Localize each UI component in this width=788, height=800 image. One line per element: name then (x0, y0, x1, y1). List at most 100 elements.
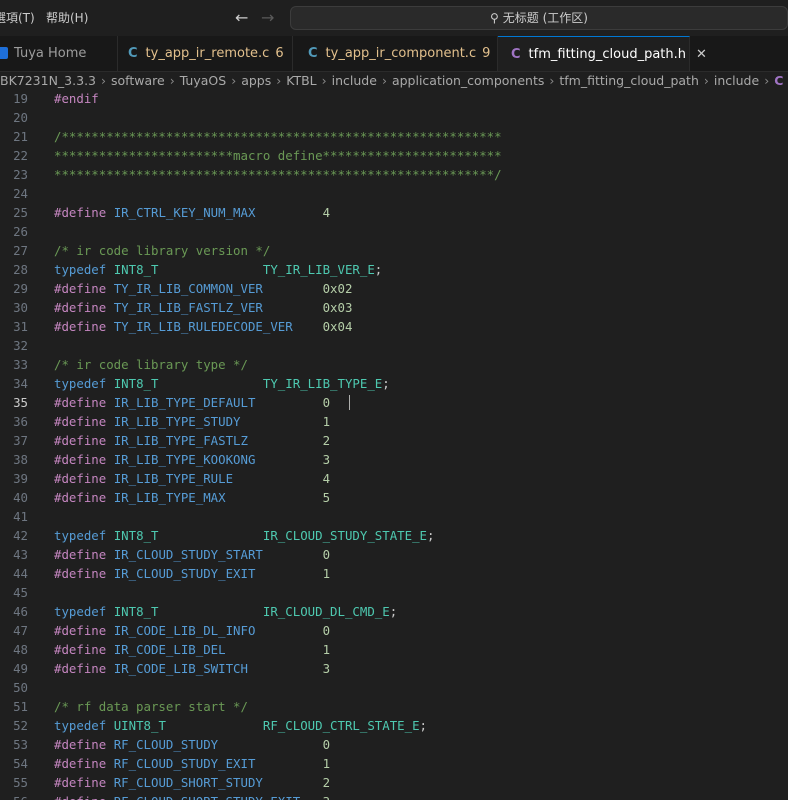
code-token: #define (54, 490, 114, 505)
code-token: IR_LIB_TYPE_MAX (113, 490, 226, 505)
code-line[interactable]: 26 (0, 222, 788, 241)
line-number: 50 (13, 680, 28, 695)
code-line[interactable]: 45 (0, 583, 788, 602)
line-number: 29 (13, 281, 28, 296)
tab-ty-app-ir-component[interactable]: Cty_app_ir_component.c 9 (293, 36, 498, 71)
tab-ty-app-ir-remote[interactable]: Cty_app_ir_remote.c 6 (118, 36, 293, 71)
breadcrumb-item[interactable]: tfm_fitting_cloud_path (559, 73, 699, 88)
code-token: #define (54, 471, 114, 486)
breadcrumb-item[interactable]: application_components (392, 73, 544, 88)
code-line[interactable]: 43 #define IR_CLOUD_STUDY_START 0 (0, 545, 788, 564)
code-text: #define IR_CODE_LIB_DEL 1 (54, 640, 330, 659)
code-token: #define (54, 737, 114, 752)
code-token: 1 (322, 756, 331, 771)
code-line[interactable]: 51 /* rf data parser start */ (0, 697, 788, 716)
code-token: typedef (54, 528, 114, 543)
code-line[interactable]: 48 #define IR_CODE_LIB_DEL 1 (0, 640, 788, 659)
code-line[interactable]: 29 #define TY_IR_LIB_COMMON_VER 0x02 (0, 279, 788, 298)
back-arrow-icon[interactable]: ← (235, 0, 248, 36)
code-line[interactable]: 49 #define IR_CODE_LIB_SWITCH 3 (0, 659, 788, 678)
code-line[interactable]: 38 #define IR_LIB_TYPE_KOOKONG 3 (0, 450, 788, 469)
code-line[interactable]: 24 (0, 184, 788, 203)
code-text: #define IR_CODE_LIB_SWITCH 3 (54, 659, 330, 678)
code-line[interactable]: 34 typedef INT8_T TY_IR_LIB_TYPE_E; (0, 374, 788, 393)
code-line[interactable]: 19 #endif (0, 89, 788, 108)
chevron-right-icon: › (101, 73, 106, 88)
code-line[interactable]: 52 typedef UINT8_T RF_CLOUD_CTRL_STATE_E; (0, 716, 788, 735)
c-header-file-icon: C (774, 73, 784, 88)
code-token: 0x02 (322, 281, 353, 296)
code-text: #define IR_CLOUD_STUDY_EXIT 1 (54, 564, 330, 583)
code-line[interactable]: 50 (0, 678, 788, 697)
code-line[interactable]: 31 #define TY_IR_LIB_RULEDECODE_VER 0x04 (0, 317, 788, 336)
menu-item-help[interactable]: 帮助(H) (46, 0, 88, 36)
code-line[interactable]: 46 typedef INT8_T IR_CLOUD_DL_CMD_E; (0, 602, 788, 621)
code-line[interactable]: 35 #define IR_LIB_TYPE_DEFAULT 0 (0, 393, 788, 412)
code-line[interactable]: 21 /*************************************… (0, 127, 788, 146)
code-line[interactable]: 44 #define IR_CLOUD_STUDY_EXIT 1 (0, 564, 788, 583)
code-token: #define (54, 319, 114, 334)
code-text: ************************macro define****… (54, 146, 502, 165)
code-line[interactable]: 30 #define TY_IR_LIB_FASTLZ_VER 0x03 (0, 298, 788, 317)
close-icon[interactable]: ✕ (696, 37, 707, 72)
code-token: #define (54, 642, 114, 657)
code-line[interactable]: 28 typedef INT8_T TY_IR_LIB_VER_E; (0, 260, 788, 279)
breadcrumb-item[interactable]: software (111, 73, 165, 88)
text-cursor (349, 395, 350, 410)
forward-arrow-icon[interactable]: → (261, 0, 274, 36)
code-line[interactable]: 27 /* ir code library version */ (0, 241, 788, 260)
code-token: #define (54, 205, 114, 220)
code-text: #define IR_LIB_TYPE_RULE 4 (54, 469, 330, 488)
breadcrumb-item[interactable]: include (332, 73, 377, 88)
code-text: #define IR_LIB_TYPE_KOOKONG 3 (54, 450, 330, 469)
breadcrumb-item[interactable]: apps (241, 73, 271, 88)
code-token: #define (54, 661, 114, 676)
code-line[interactable]: 36 #define IR_LIB_TYPE_STUDY 1 (0, 412, 788, 431)
code-line[interactable]: 23 **************************************… (0, 165, 788, 184)
code-line[interactable]: 20 (0, 108, 788, 127)
code-line[interactable]: 53 #define RF_CLOUD_STUDY 0 (0, 735, 788, 754)
breadcrumb-item[interactable]: BK7231N_3.3.3 (0, 73, 96, 88)
code-line[interactable]: 32 (0, 336, 788, 355)
tab-tuya-home[interactable]: Tuya Home (0, 36, 118, 71)
code-line[interactable]: 47 #define IR_CODE_LIB_DL_INFO 0 (0, 621, 788, 640)
code-line[interactable]: 42 typedef INT8_T IR_CLOUD_STUDY_STATE_E; (0, 526, 788, 545)
code-editor[interactable]: 19 #endif 20 21/***************************… (0, 89, 788, 800)
code-token: 0 (322, 547, 331, 562)
code-text: #define RF_CLOUD_SHORT_STUDY_EXIT 3 (54, 792, 330, 800)
code-line[interactable]: 22 ************************macro define**… (0, 146, 788, 165)
menu-item-options[interactable]: 選項(T) (0, 0, 35, 36)
code-text: #define TY_IR_LIB_RULEDECODE_VER 0x04 (54, 317, 352, 336)
breadcrumb-item[interactable]: include (714, 73, 759, 88)
code-token: IR_CODE_LIB_SWITCH (113, 661, 248, 676)
code-line[interactable]: 55 #define RF_CLOUD_SHORT_STUDY 2 (0, 773, 788, 792)
code-text: typedef INT8_T TY_IR_LIB_VER_E; (54, 260, 382, 279)
code-line[interactable]: 54 #define RF_CLOUD_STUDY_EXIT 1 (0, 754, 788, 773)
code-line[interactable]: 41 (0, 507, 788, 526)
code-token: RF_CLOUD_STUDY (113, 737, 219, 752)
code-token: 4 (322, 205, 331, 220)
code-text: #define IR_CODE_LIB_DL_INFO 0 (54, 621, 330, 640)
code-text: #define IR_CTRL_KEY_NUM_MAX 4 (54, 203, 330, 222)
code-line[interactable]: 33 /* ir code library type */ (0, 355, 788, 374)
line-number: 31 (13, 319, 28, 334)
command-center-search[interactable]: ⚲ 无标题 (工作区) (290, 6, 788, 30)
code-line[interactable]: 25 #define IR_CTRL_KEY_NUM_MAX 4 (0, 203, 788, 222)
line-number: 52 (13, 718, 28, 733)
code-text: typedef UINT8_T RF_CLOUD_CTRL_STATE_E; (54, 716, 427, 735)
code-token: #define (54, 794, 114, 800)
tab-tfm-fitting-cloud-path[interactable]: Ctfm_fitting_cloud_path.h ✕ (498, 36, 707, 71)
code-line[interactable]: 39 #define IR_LIB_TYPE_RULE 4 (0, 469, 788, 488)
breadcrumb-item[interactable]: TuyaOS (180, 73, 227, 88)
code-token: #define (54, 395, 114, 410)
code-line[interactable]: 37 #define IR_LIB_TYPE_FASTLZ 2 (0, 431, 788, 450)
code-token: #define (54, 433, 114, 448)
code-token: INT8_T (113, 262, 159, 277)
code-line[interactable]: 56 #define RF_CLOUD_SHORT_STUDY_EXIT 3 (0, 792, 788, 800)
breadcrumb-item[interactable]: KTBL (286, 73, 316, 88)
line-number: 23 (13, 167, 28, 182)
code-line[interactable]: 40 #define IR_LIB_TYPE_MAX 5 (0, 488, 788, 507)
